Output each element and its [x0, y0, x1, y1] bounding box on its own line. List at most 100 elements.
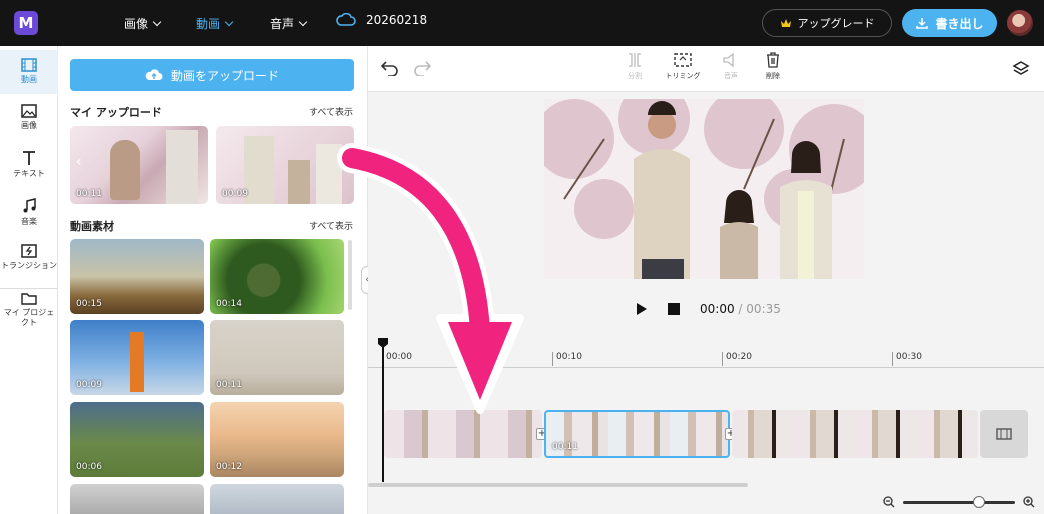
panel-scrollbar[interactable]	[348, 240, 352, 310]
zoom-in-icon[interactable]	[1023, 496, 1035, 508]
upload-thumbnail[interactable]: 00:09	[216, 126, 354, 204]
split-tool[interactable]: 分割	[612, 52, 658, 81]
thumbnail-figure	[244, 136, 274, 204]
see-all-uploads-link[interactable]: すべて表示	[309, 105, 353, 118]
thumbnail-figure	[130, 332, 144, 392]
audio-label: 音声	[724, 72, 738, 80]
music-icon	[23, 198, 36, 213]
thumbnail-duration: 00:14	[216, 299, 242, 309]
timeline-clip-selected[interactable]: 00:11	[544, 410, 730, 458]
sidebar-item-image[interactable]: 画像	[0, 100, 58, 140]
delete-tool[interactable]: 削除	[750, 52, 796, 81]
playback-controls: 00:00 / 00:35	[636, 302, 781, 316]
sidebar-item-video[interactable]: 動画	[0, 50, 58, 94]
thumbnail-duration: 00:12	[216, 462, 242, 472]
sidebar-item-label: マイ プロジェクト	[3, 308, 55, 327]
layers-icon[interactable]	[1012, 60, 1030, 78]
preview-image	[544, 99, 864, 279]
stock-thumbnail[interactable]: 00:11	[210, 320, 344, 395]
undo-icon[interactable]	[380, 60, 400, 76]
sidebar-item-label: 画像	[21, 121, 37, 130]
speaker-icon	[723, 52, 734, 68]
stock-thumbnail[interactable]: 00:15	[70, 239, 204, 314]
stock-thumbnail[interactable]: 00:06	[70, 402, 204, 477]
stock-thumbnail[interactable]: 00:14	[210, 239, 344, 314]
sidebar-item-text[interactable]: テキスト	[0, 148, 58, 188]
sidebar-item-my-project[interactable]: マイ プロジェクト	[0, 288, 58, 334]
stock-thumbnail[interactable]: 00:09	[70, 320, 204, 395]
redo-icon[interactable]	[412, 60, 432, 76]
trim-icon	[674, 53, 692, 67]
split-label: 分割	[628, 72, 642, 80]
total-time: 00:35	[746, 302, 781, 316]
split-icon	[629, 53, 641, 67]
stock-thumbnail[interactable]: 00:12	[210, 402, 344, 477]
project-name[interactable]: 20260218	[336, 13, 427, 27]
thumbnail-figure	[166, 130, 198, 204]
clip-duration: 00:11	[552, 442, 578, 452]
thumbnail-duration: 00:09	[222, 189, 248, 199]
sidebar-item-music[interactable]: 音楽	[0, 196, 58, 236]
stock-videos-title: 動画素材	[70, 220, 114, 233]
playhead[interactable]	[382, 338, 384, 482]
timeline-tick: 00:00	[382, 352, 412, 366]
add-media-button[interactable]	[980, 410, 1028, 458]
zoom-slider-knob[interactable]	[973, 495, 985, 508]
sidebar: 動画 画像 テキスト 音楽 トランジション マイ プロジェクト	[0, 46, 58, 514]
time-separator: /	[738, 302, 743, 316]
chevron-down-icon	[152, 17, 162, 26]
timeline-tick: 00:30	[892, 352, 922, 366]
text-icon	[23, 151, 35, 165]
folder-icon	[21, 293, 37, 305]
trim-tool[interactable]: トリミング	[660, 52, 706, 81]
my-uploads-title: マイ アップロード	[70, 106, 162, 119]
audio-tool[interactable]: 音声	[708, 52, 754, 81]
carousel-prev-icon[interactable]: ‹	[76, 154, 88, 176]
cloud-icon	[336, 13, 356, 26]
video-icon	[21, 58, 37, 72]
timeline-clip[interactable]	[732, 410, 978, 458]
zoom-slider[interactable]	[903, 495, 1015, 508]
video-preview[interactable]	[544, 99, 864, 279]
see-all-stock-link[interactable]: すべて表示	[309, 219, 353, 232]
stock-thumbnail[interactable]	[210, 484, 344, 514]
menu-video-label: 動画	[196, 17, 221, 31]
cloud-upload-icon	[145, 69, 163, 80]
export-label: 書き出し	[935, 16, 984, 31]
menu-audio[interactable]: 音声	[270, 15, 308, 32]
image-icon	[21, 104, 37, 118]
stock-thumbnail[interactable]	[70, 484, 204, 514]
delete-label: 削除	[766, 72, 780, 80]
thumbnail-figure	[288, 160, 310, 204]
top-bar: M 画像 動画 音声 20260218 アップグレード 書き出し	[0, 0, 1044, 46]
play-icon[interactable]	[636, 302, 648, 316]
export-button[interactable]: 書き出し	[902, 9, 997, 37]
avatar[interactable]	[1007, 10, 1033, 36]
trash-icon	[767, 52, 779, 68]
timeline-scrollbar[interactable]	[368, 483, 748, 487]
thumbnail-duration: 00:11	[76, 189, 102, 199]
timeline-ruler[interactable]: 00:00 00:10 00:20 00:30	[368, 346, 1044, 368]
upload-video-button[interactable]: 動画をアップロード	[70, 59, 354, 91]
upload-video-label: 動画をアップロード	[170, 68, 279, 83]
upload-thumbnail[interactable]: ‹ 00:11	[70, 126, 208, 204]
download-icon	[916, 18, 929, 29]
timeline-clip[interactable]	[384, 410, 542, 458]
crown-icon	[780, 19, 791, 27]
menu-video[interactable]: 動画	[196, 15, 234, 32]
sidebar-item-transition[interactable]: トランジション	[0, 242, 58, 286]
menu-image[interactable]: 画像	[124, 15, 162, 32]
editor-toolbar: 分割 トリミング 音声 削除	[368, 46, 1044, 92]
stop-icon[interactable]	[668, 303, 680, 315]
app-logo[interactable]: M	[14, 11, 38, 35]
transition-icon	[21, 244, 37, 258]
trim-label: トリミング	[665, 72, 701, 80]
chevron-down-icon	[298, 17, 308, 26]
project-name-label: 20260218	[366, 13, 428, 27]
sidebar-item-label: トランジション	[1, 261, 57, 270]
thumbnail-duration: 00:11	[216, 380, 242, 390]
upgrade-button[interactable]: アップグレード	[762, 9, 892, 37]
zoom-out-icon[interactable]	[883, 496, 895, 508]
upgrade-label: アップグレード	[797, 17, 875, 30]
media-panel: 動画をアップロード マイ アップロード すべて表示 ‹ 00:11 00:09 …	[58, 46, 368, 514]
